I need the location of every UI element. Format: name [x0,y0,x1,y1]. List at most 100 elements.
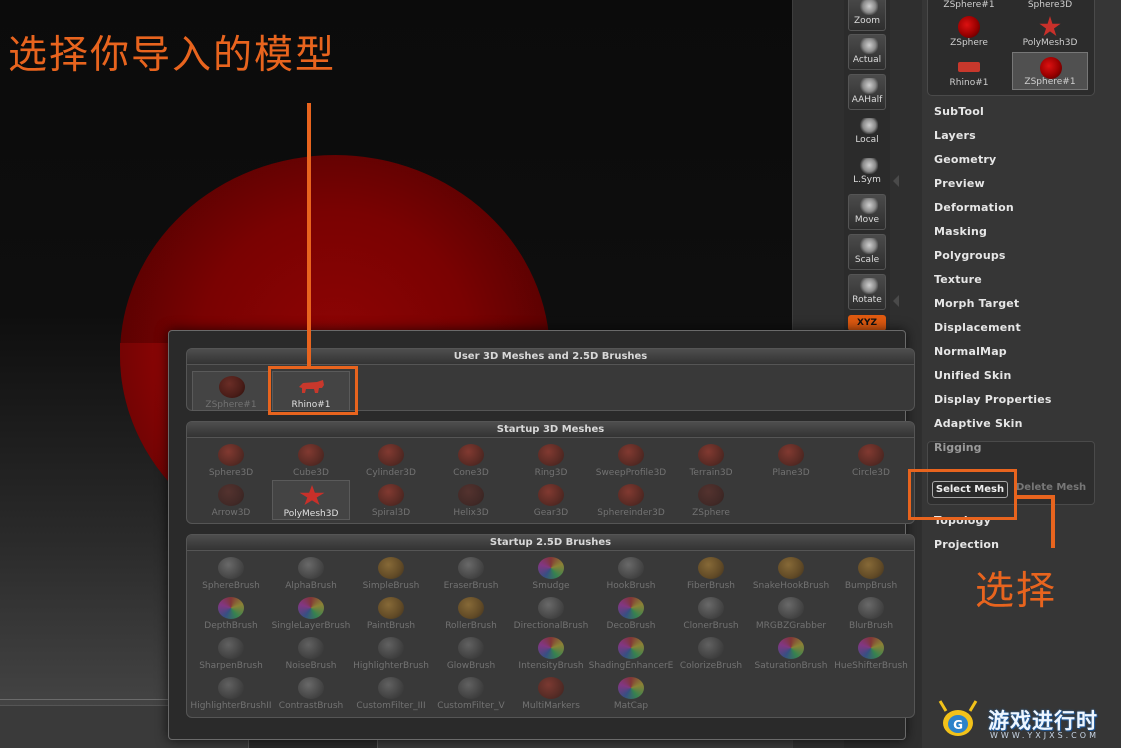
mesh-item-cylinder3d[interactable]: Cylinder3D [352,440,430,480]
brush-item-smudge[interactable]: Smudge [512,553,590,593]
mesh-item-helix3d[interactable]: Helix3D [432,480,510,520]
brush-item-decobrush[interactable]: DecoBrush [592,593,670,633]
brush-item-multimarkers[interactable]: MultiMarkers [512,673,590,713]
xyz-symmetry-button[interactable]: XYZ [848,315,886,331]
mascot-logo-icon: G [938,700,978,736]
menu-item-deformation[interactable]: Deformation [934,201,1014,214]
local-button[interactable]: Local [848,114,886,150]
aahalf-button[interactable]: AAHalf [848,74,886,110]
mesh-item-sphere3d[interactable]: Sphere3D [192,440,270,480]
mesh-item-zsphere-1[interactable]: ZSphere#1 [192,371,270,411]
mesh-item-zsphere[interactable]: ZSphere [672,480,750,520]
menu-item-rigging[interactable]: Rigging [934,441,981,454]
delete-mesh-button[interactable]: Delete Mesh [1016,482,1086,493]
brush-item-depthbrush[interactable]: DepthBrush [192,593,270,633]
brush-thumb-icon [458,677,484,699]
zsphere-thumb-icon [958,16,980,38]
menu-item-adaptive-skin[interactable]: Adaptive Skin [934,417,1023,430]
brush-item-paintbrush[interactable]: PaintBrush [352,593,430,633]
menu-item-projection[interactable]: Projection [934,538,999,551]
brush-thumb-icon [618,597,644,619]
brush-item-hueshifterbrush[interactable]: HueShifterBrush [832,633,910,673]
brush-item-sharpenbrush[interactable]: SharpenBrush [192,633,270,673]
brush-item-highlighterbrush[interactable]: HighlighterBrush [352,633,430,673]
brush-item-highlighterbrushii[interactable]: HighlighterBrushII [190,673,272,713]
move-button[interactable]: Move [848,194,886,230]
brush-item-customfilter-iii[interactable]: CustomFilter_III [352,673,430,713]
menu-item-displacement[interactable]: Displacement [934,321,1021,334]
brush-item-colorizebrush[interactable]: ColorizeBrush [672,633,750,673]
tool-thumb-zsphere[interactable]: ZSphere [931,12,1007,50]
menu-item-geometry[interactable]: Geometry [934,153,996,166]
rotate-button[interactable]: Rotate [848,274,886,310]
tool-thumb-label: ZSphere#1 [943,0,995,10]
brush-item-hookbrush[interactable]: HookBrush [592,553,670,593]
scale-button[interactable]: Scale [848,234,886,270]
mesh-item-ring3d[interactable]: Ring3D [512,440,590,480]
mesh-item-gear3d[interactable]: Gear3D [512,480,590,520]
brush-item-rollerbrush[interactable]: RollerBrush [432,593,510,633]
brush-item-eraserbrush[interactable]: EraserBrush [432,553,510,593]
mesh-item-circle3d[interactable]: Circle3D [832,440,910,480]
menu-item-subtool[interactable]: SubTool [934,105,984,118]
mesh-item-cube3d[interactable]: Cube3D [272,440,350,480]
mesh-item-terrain3d[interactable]: Terrain3D [672,440,750,480]
mesh-item-label: Arrow3D [211,508,251,518]
menu-item-texture[interactable]: Texture [934,273,982,286]
tool-thumb-zsphere-1[interactable]: ZSphere#1 [1012,52,1088,90]
tool-thumb-zsphere-1[interactable]: ZSphere#1 [931,0,1007,12]
brush-item-label: BumpBrush [844,581,898,591]
brush-item-simplebrush[interactable]: SimpleBrush [352,553,430,593]
menu-item-masking[interactable]: Masking [934,225,987,238]
brush-item-snakehookbrush[interactable]: SnakeHookBrush [752,553,830,593]
brush-thumb-icon [538,677,564,699]
menu-item-normalmap[interactable]: NormalMap [934,345,1007,358]
brush-item-clonerbrush[interactable]: ClonerBrush [672,593,750,633]
polymesh3d-thumb-icon [299,485,325,506]
mesh-item-sphereinder3d[interactable]: Sphereinder3D [592,480,670,520]
mesh-item-polymesh3d[interactable]: PolyMesh3D [272,480,350,520]
mesh-item-plane3d[interactable]: Plane3D [752,440,830,480]
menu-item-unified-skin[interactable]: Unified Skin [934,369,1012,382]
brush-thumb-icon [298,557,324,579]
brush-item-noisebrush[interactable]: NoiseBrush [272,633,350,673]
brush-item-glowbrush[interactable]: GlowBrush [432,633,510,673]
annotation-highlight-rhino [268,366,358,415]
mesh-item-cone3d[interactable]: Cone3D [432,440,510,480]
brush-item-intensitybrush[interactable]: IntensityBrush [512,633,590,673]
shelf-collapse-arrow-icon[interactable] [893,175,899,187]
brush-item-bumpbrush[interactable]: BumpBrush [832,553,910,593]
menu-item-morph-target[interactable]: Morph Target [934,297,1019,310]
mesh-item-spiral3d[interactable]: Spiral3D [352,480,430,520]
brush-item-shadingenhancere[interactable]: ShadingEnhancerE [589,633,673,673]
mesh-item-sweepprofile3d[interactable]: SweepProfile3D [592,440,670,480]
lsym-button[interactable]: L.Sym [848,154,886,190]
menu-item-display-properties[interactable]: Display Properties [934,393,1052,406]
menu-item-preview[interactable]: Preview [934,177,985,190]
tool-thumb-sphere3d[interactable]: Sphere3D [1012,0,1088,12]
brush-item-spherebrush[interactable]: SphereBrush [192,553,270,593]
brush-item-singlelayerbrush[interactable]: SingleLayerBrush [272,593,350,633]
tool-thumb-polymesh3d[interactable]: PolyMesh3D [1012,12,1088,50]
actual-button[interactable]: Actual [848,34,886,70]
brush-item-alphabrush[interactable]: AlphaBrush [272,553,350,593]
brush-item-blurbrush[interactable]: BlurBrush [832,593,910,633]
brush-item-customfilter-v[interactable]: CustomFilter_V [432,673,510,713]
shelf-button-label: Move [854,215,880,225]
menu-item-layers[interactable]: Layers [934,129,976,142]
brush-thumb-icon [618,677,644,699]
brush-item-mrgbzgrabber[interactable]: MRGBZGrabber [752,593,830,633]
menu-item-polygroups[interactable]: Polygroups [934,249,1006,262]
cone3d-thumb-icon [458,444,484,466]
brush-item-contrastbrush[interactable]: ContrastBrush [272,673,350,713]
brush-item-directionalbrush[interactable]: DirectionalBrush [512,593,590,633]
brush-item-saturationbrush[interactable]: SaturationBrush [752,633,830,673]
plane3d-thumb-icon [778,444,804,466]
tool-thumb-rhino-1[interactable]: Rhino#1 [931,52,1007,90]
zoom-button[interactable]: Zoom [848,0,886,31]
brush-item-matcap[interactable]: MatCap [592,673,670,713]
mesh-item-arrow3d[interactable]: Arrow3D [192,480,270,520]
annotation-connector-horizontal [1017,495,1055,499]
shelf-collapse-arrow-icon[interactable] [893,295,899,307]
brush-item-fiberbrush[interactable]: FiberBrush [672,553,750,593]
